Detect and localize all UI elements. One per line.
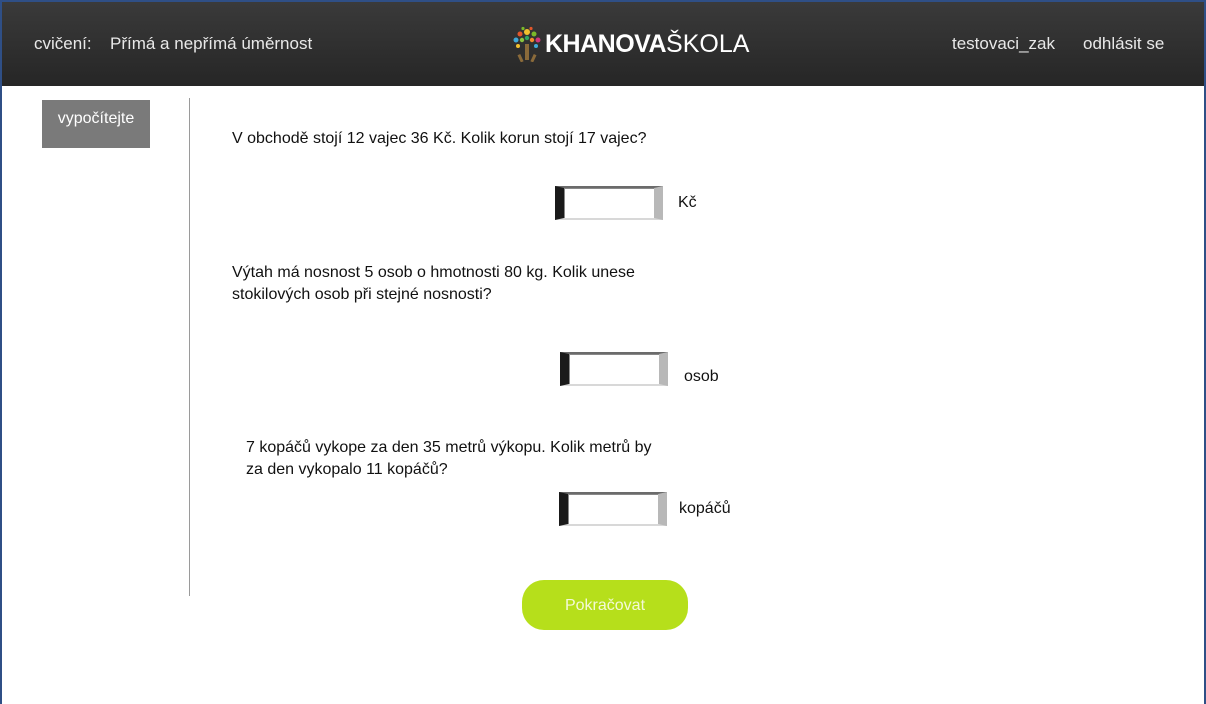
question-2-text: Výtah má nosnost 5 osob o hmotnosti 80 k…: [232, 262, 635, 306]
continue-button[interactable]: Pokračovat: [522, 580, 688, 630]
answer-1-field-frame: [555, 186, 663, 220]
question-1-text: V obchodě stojí 12 vajec 36 Kč. Kolik ko…: [232, 128, 646, 150]
answer-3-field-frame: [559, 492, 667, 526]
answer-1-unit: Kč: [678, 194, 697, 211]
exercise-prefix: cvičení:: [34, 34, 92, 53]
question-3-line-2: za den vykopalo 11 kopáčů?: [246, 461, 448, 478]
question-2-line-2: stokilových osob při stejné nosnosti?: [232, 286, 492, 303]
top-bar: cvičení: Přímá a nepřímá úměrnost KHANOV…: [2, 2, 1204, 86]
answer-3-unit: kopáčů: [679, 500, 731, 517]
question-2-line-1: Výtah má nosnost 5 osob o hmotnosti 80 k…: [232, 264, 635, 281]
exercise-title: Přímá a nepřímá úměrnost: [110, 34, 313, 53]
answer-2-unit: osob: [684, 368, 719, 385]
khan-tree-icon: [513, 26, 541, 62]
logo-text-light: ŠKOLA: [666, 29, 750, 58]
logout-link[interactable]: odhlásit se: [1083, 34, 1164, 54]
question-1-line-1: V obchodě stojí 12 vajec 36 Kč. Kolik ko…: [232, 130, 647, 147]
logo-text-bold: KHANOVA: [545, 29, 667, 58]
answer-2-input[interactable]: [569, 354, 659, 384]
username-link[interactable]: testovaci_zak: [952, 34, 1055, 54]
answer-2-field-frame: [560, 352, 668, 386]
question-3-line-1: 7 kopáčů vykope za den 35 metrů výkopu. …: [246, 439, 652, 456]
question-3-text: 7 kopáčů vykope za den 35 metrů výkopu. …: [246, 437, 652, 481]
khan-school-logo[interactable]: KHANOVA ŠKOLA: [511, 24, 749, 64]
answer-3-input[interactable]: [568, 494, 658, 524]
vertical-divider: [189, 98, 190, 596]
answer-1-input[interactable]: [564, 188, 654, 218]
sidebar-tab-calculate[interactable]: vypočítejte: [42, 100, 150, 148]
